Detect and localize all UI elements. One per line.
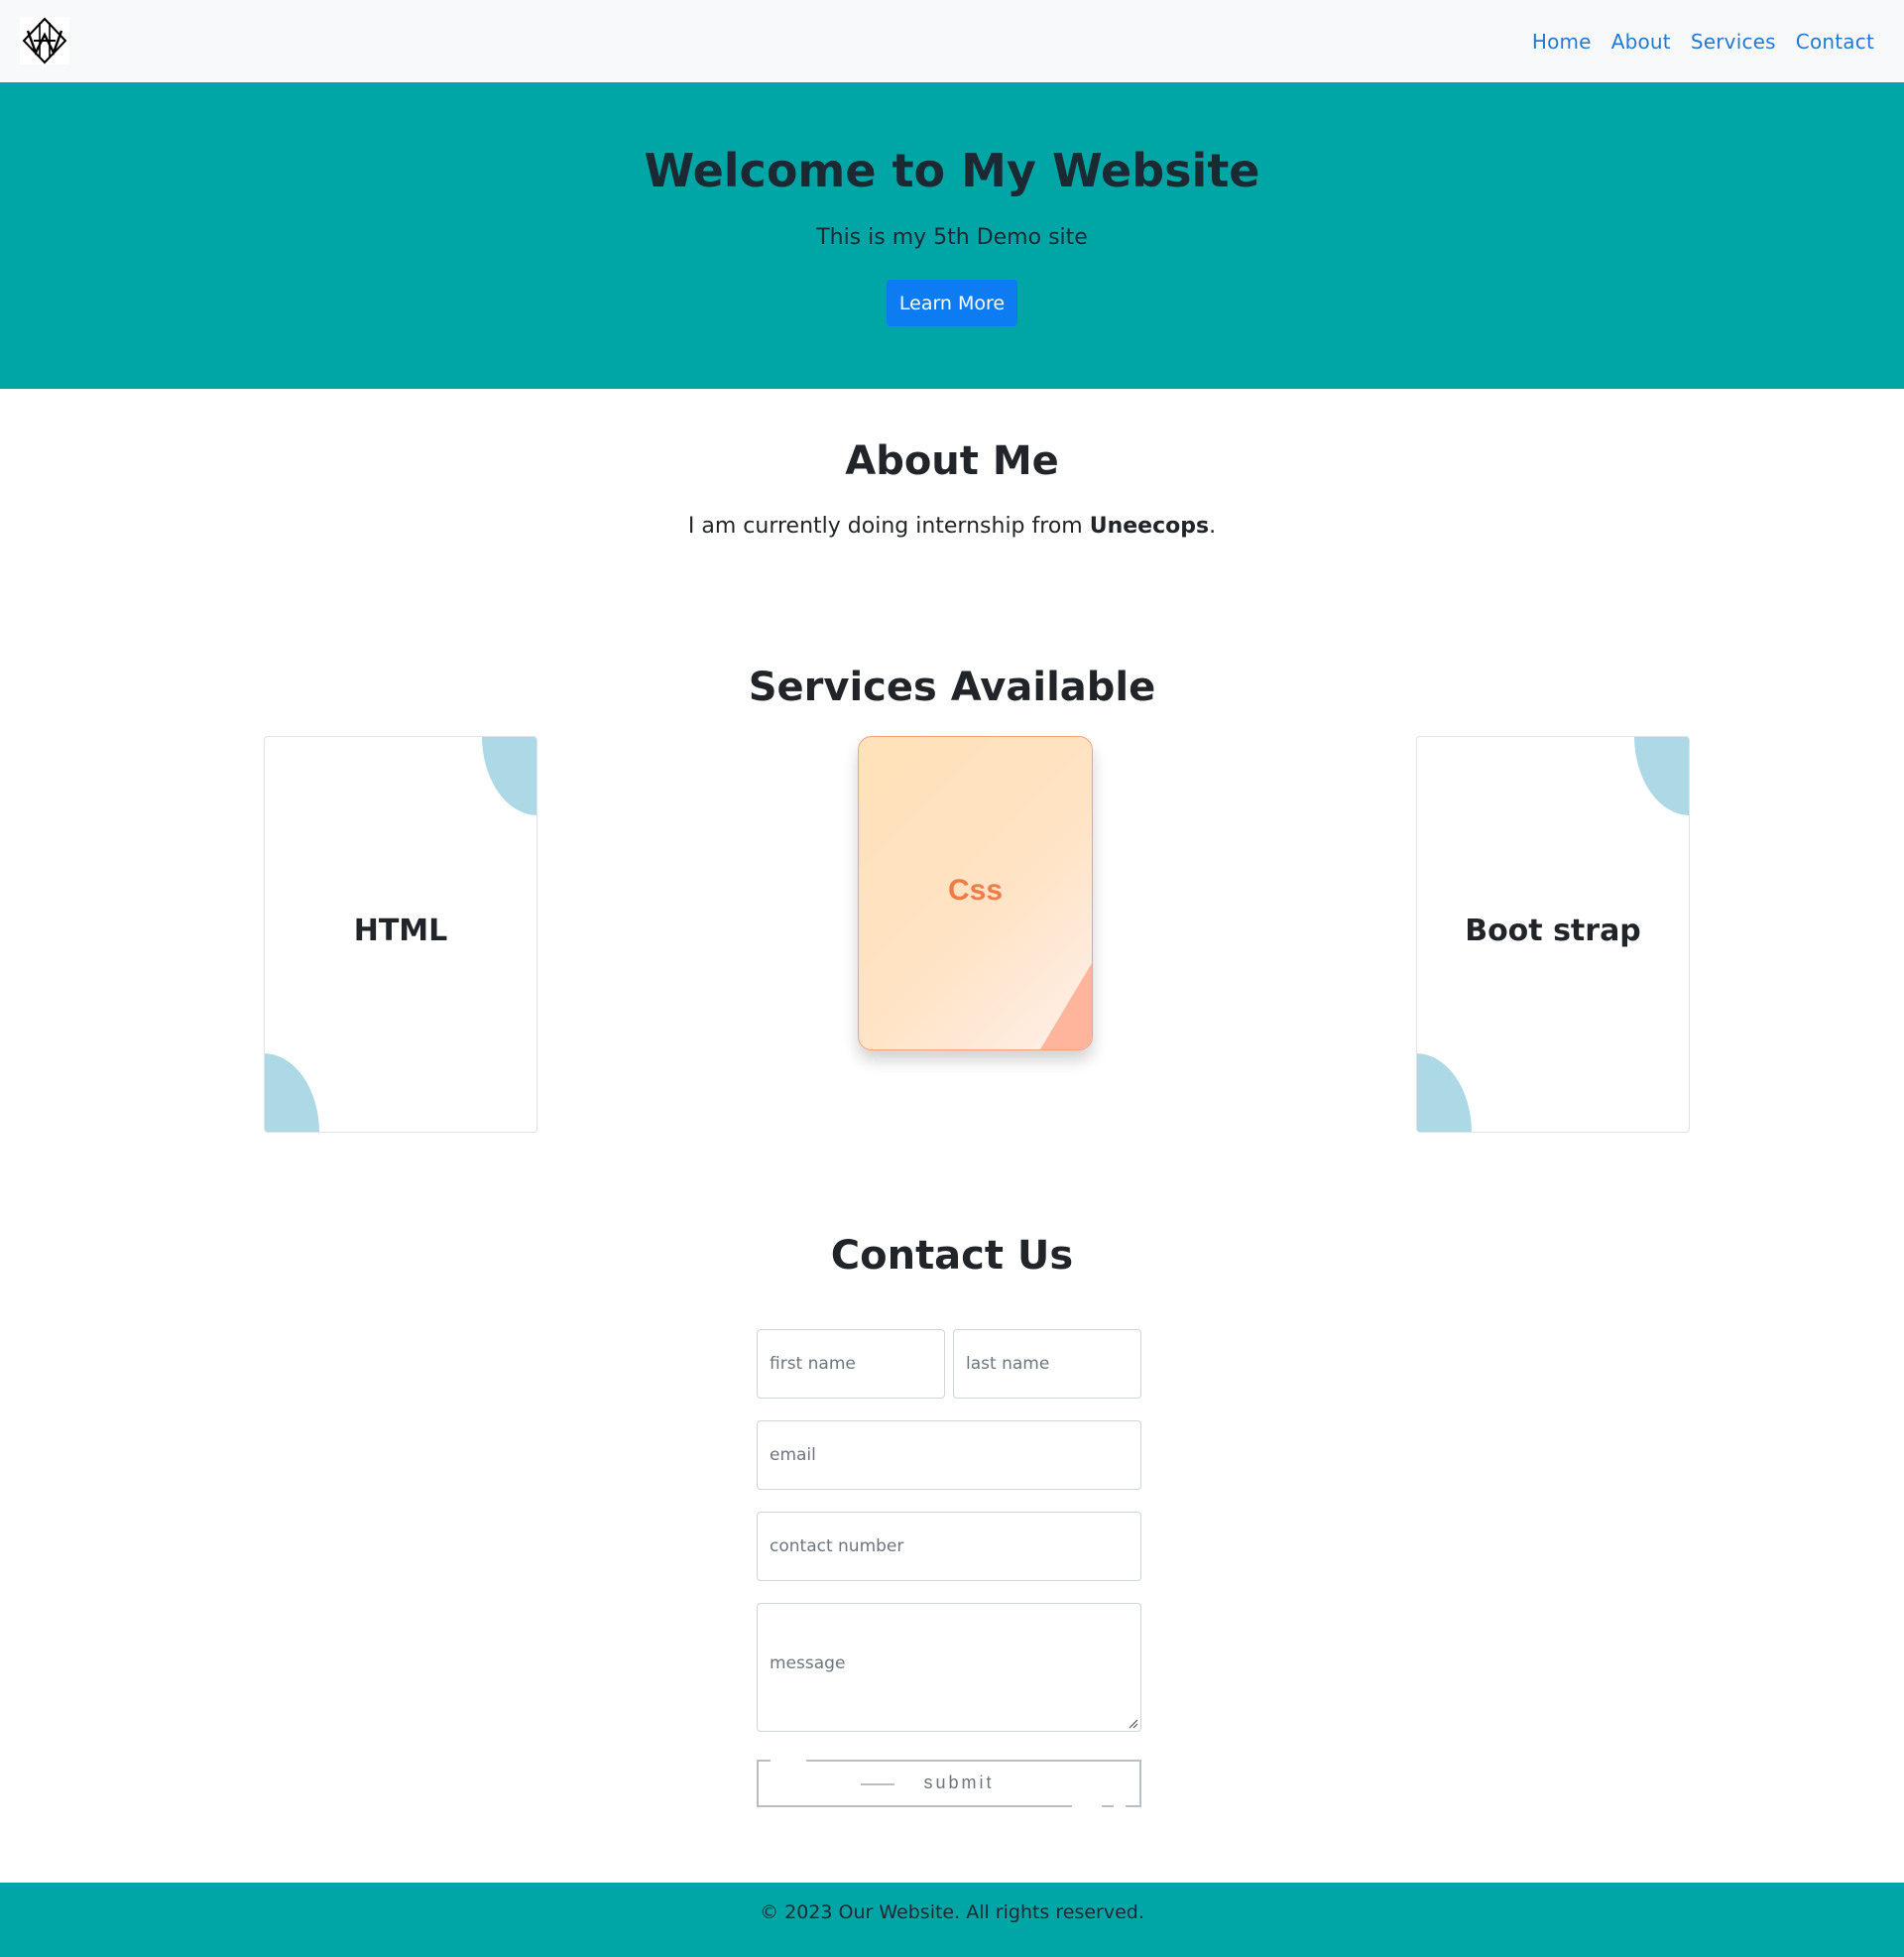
card-corner-blob — [1417, 1053, 1472, 1132]
card-corner-blob — [1634, 737, 1689, 815]
last-name-input[interactable] — [953, 1329, 1141, 1399]
service-card-bootstrap[interactable]: Boot strap — [1416, 736, 1690, 1133]
service-card-html[interactable]: HTML — [264, 736, 537, 1133]
nav-link-contact[interactable]: Contact — [1796, 30, 1874, 54]
contact-title: Contact Us — [830, 1233, 1074, 1279]
email-input[interactable] — [757, 1420, 1141, 1490]
border-gap — [771, 1759, 806, 1763]
learn-more-button[interactable]: Learn More — [887, 280, 1017, 326]
logo-icon[interactable] — [20, 17, 69, 64]
border-gap — [1114, 1804, 1126, 1808]
footer-copyright: © 2023 Our Website. All rights reserved. — [760, 1901, 1144, 1923]
card-corner-blob — [482, 737, 536, 815]
nav-link-services[interactable]: Services — [1691, 30, 1776, 54]
message-textarea[interactable] — [757, 1603, 1141, 1732]
services-title: Services Available — [748, 665, 1156, 710]
hero-title: Welcome to My Website — [644, 144, 1260, 197]
card-corner-blob — [265, 1053, 319, 1132]
hero-subtitle: This is my 5th Demo site — [816, 225, 1088, 250]
contact-number-input[interactable] — [757, 1512, 1141, 1581]
nav-link-home[interactable]: Home — [1532, 30, 1592, 54]
submit-button[interactable]: submit — [757, 1759, 1141, 1808]
border-gap — [1072, 1804, 1102, 1808]
nav-link-about[interactable]: About — [1611, 30, 1671, 54]
company-name: Uneecops — [1089, 514, 1210, 539]
hero-section: Welcome to My Website This is my 5th Dem… — [0, 82, 1904, 389]
about-text-start: I am currently doing internship from — [687, 514, 1090, 539]
service-card-label: Css — [947, 874, 1004, 907]
resize-grip-icon[interactable] — [1129, 1719, 1138, 1729]
about-title: About Me — [845, 438, 1059, 484]
nav-links: Home About Services Contact — [1532, 0, 1874, 82]
submit-label: submit — [923, 1773, 995, 1792]
service-card-label: HTML — [353, 914, 448, 948]
about-text: I am currently doing internship from Une… — [0, 514, 1904, 539]
footer: © 2023 Our Website. All rights reserved. — [0, 1883, 1904, 1957]
card-folded-corner — [1040, 963, 1092, 1049]
navbar: Home About Services Contact — [0, 0, 1904, 82]
service-card-css[interactable]: Css — [858, 736, 1093, 1050]
first-name-input[interactable] — [757, 1329, 945, 1399]
about-text-end: . — [1209, 514, 1217, 539]
service-card-label: Boot strap — [1465, 914, 1641, 948]
